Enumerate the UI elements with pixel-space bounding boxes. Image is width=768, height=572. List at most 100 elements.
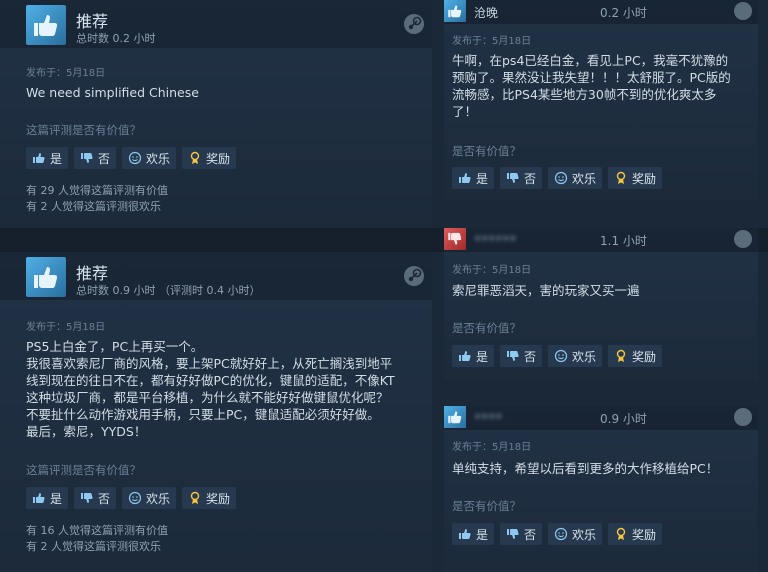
yes-label: 是: [476, 349, 489, 364]
no-button[interactable]: 否: [500, 345, 543, 367]
award-button[interactable]: 奖励: [608, 523, 663, 545]
left-column: 推荐 总时数 0.2 小时 发布于：5月18日 We need simplifi…: [0, 0, 432, 572]
award-label: 奖励: [206, 151, 231, 166]
funny-button[interactable]: 欢乐: [122, 487, 177, 509]
thumbs-up-icon: [26, 257, 66, 297]
steam-icon[interactable]: [404, 14, 424, 34]
yes-button[interactable]: 是: [26, 487, 69, 509]
review-line: 单纯支持，希望以后看到更多的大作移植给PC！: [452, 461, 719, 476]
review-card: 推荐 总时数 0.2 小时 发布于：5月18日 We need simplifi…: [0, 0, 432, 228]
helpful-question: 是否有价值？: [452, 499, 521, 513]
thumbs-up-icon: [459, 351, 471, 361]
no-label: 否: [524, 171, 537, 186]
steam-icon[interactable]: [734, 2, 752, 20]
award-label: 奖励: [632, 171, 657, 186]
funny-label: 欢乐: [572, 349, 597, 364]
award-button[interactable]: 奖励: [608, 345, 663, 367]
review-line: 牛啊，在ps4已经白金，看见上PC，我毫不犹豫的: [452, 53, 729, 68]
vote-buttons: 是 否 欢乐 奖励: [452, 167, 663, 189]
helpful-question: 这篇评测是否有价值？: [26, 463, 141, 477]
review-card: •••••• 1.1 小时 发布于：5月18日 索尼罪恶滔天，害的玩家又买一遍 …: [444, 228, 758, 380]
reviewer-name[interactable]: 沧晚: [474, 4, 498, 21]
review-header: 沧晚 0.2 小时: [444, 0, 758, 24]
yes-label: 是: [50, 491, 63, 506]
posted-date: 发布于：5月18日: [452, 265, 532, 276]
playtime: 1.1 小时: [600, 234, 647, 248]
review-line: 预购了。果然没让我失望！！！太舒服了。PC版的: [452, 70, 731, 85]
no-button[interactable]: 否: [500, 523, 543, 545]
thumbs-down-icon: [444, 228, 466, 250]
review-text: We need simplified Chinese: [26, 85, 199, 100]
steam-icon[interactable]: [404, 266, 424, 286]
yes-label: 是: [476, 527, 489, 542]
vote-buttons: 是 否 欢乐 奖励: [452, 345, 663, 367]
thumbs-up-icon: [459, 173, 471, 183]
award-button[interactable]: 奖励: [182, 487, 237, 509]
review-header: •••• 0.9 小时: [444, 406, 758, 430]
posted-date: 发布于：5月18日: [26, 68, 106, 79]
award-icon: [616, 349, 626, 362]
funny-label: 欢乐: [146, 151, 171, 166]
review-text: PS5上白金了，PC上再买一个。 我很喜欢索尼厂商的风格，要上架PC就好好上，从…: [26, 338, 395, 440]
review-card: 沧晚 0.2 小时 发布于：5月18日 牛啊，在ps4已经白金，看见上PC，我毫…: [444, 0, 758, 200]
vote-counts: 有 29 人觉得这篇评测有价值 有 2 人觉得这篇评测很欢乐: [26, 183, 168, 215]
thumbs-up-icon: [444, 0, 466, 22]
vote-buttons: 是 否 欢乐 奖励: [26, 487, 237, 509]
award-button[interactable]: 奖励: [182, 147, 237, 169]
no-label: 否: [524, 527, 537, 542]
no-button[interactable]: 否: [500, 167, 543, 189]
smiley-icon: [554, 527, 568, 541]
review-line: 这种垃圾厂商，都是平台移植，为什么就不能好好做键鼠优化呢？: [26, 390, 389, 405]
reviewer-name[interactable]: ••••••: [474, 232, 516, 246]
helpful-question: 这篇评测是否有价值？: [26, 123, 141, 137]
funny-label: 欢乐: [146, 491, 171, 506]
posted-date: 发布于：5月18日: [26, 322, 106, 333]
thumbs-up-icon: [33, 153, 45, 163]
yes-button[interactable]: 是: [452, 345, 495, 367]
no-label: 否: [98, 491, 111, 506]
thumbs-down-icon: [81, 493, 93, 503]
yes-label: 是: [50, 151, 63, 166]
helpful-count: 有 16 人觉得这篇评测有价值: [26, 524, 168, 537]
award-icon: [190, 491, 200, 504]
thumbs-up-icon: [459, 529, 471, 539]
funny-button[interactable]: 欢乐: [548, 167, 603, 189]
award-label: 奖励: [632, 349, 657, 364]
reviewer-name[interactable]: ••••: [474, 410, 502, 424]
funny-count: 有 2 人觉得这篇评测很欢乐: [26, 540, 161, 553]
no-button[interactable]: 否: [74, 487, 117, 509]
smiley-icon: [128, 491, 142, 505]
playtime: 0.2 小时: [600, 6, 647, 20]
thumbs-up-icon: [444, 406, 466, 428]
no-button[interactable]: 否: [74, 147, 117, 169]
yes-button[interactable]: 是: [452, 523, 495, 545]
award-button[interactable]: 奖励: [608, 167, 663, 189]
steam-icon[interactable]: [734, 408, 752, 426]
review-text: 牛啊，在ps4已经白金，看见上PC，我毫不犹豫的 预购了。果然没让我失望！！！太…: [452, 52, 731, 120]
thumbs-down-icon: [507, 529, 519, 539]
playtime: 总时数 0.9 小时 （评测时 0.4 小时）: [76, 284, 261, 297]
review-header: 推荐 总时数 0.9 小时 （评测时 0.4 小时）: [0, 252, 432, 300]
funny-label: 欢乐: [572, 527, 597, 542]
funny-button[interactable]: 欢乐: [122, 147, 177, 169]
review-line: 流畅感，比PS4某些地方30帧不到的优化爽太多: [452, 87, 717, 102]
no-label: 否: [524, 349, 537, 364]
review-line: 最后，索尼，YYDS！: [26, 424, 147, 439]
funny-button[interactable]: 欢乐: [548, 523, 603, 545]
review-line: 线到现在的往日不在，都有好好做PC的优化，键鼠的适配，不像KT: [26, 373, 395, 388]
yes-button[interactable]: 是: [452, 167, 495, 189]
award-label: 奖励: [206, 491, 231, 506]
helpful-question: 是否有价值？: [452, 144, 521, 158]
review-line: 我很喜欢索尼厂商的风格，要上架PC就好好上，从死亡搁浅到地平: [26, 356, 393, 371]
steam-icon[interactable]: [734, 230, 752, 248]
award-icon: [616, 527, 626, 540]
yes-label: 是: [476, 171, 489, 186]
yes-button[interactable]: 是: [26, 147, 69, 169]
funny-button[interactable]: 欢乐: [548, 345, 603, 367]
recommendation-label: 推荐: [76, 12, 109, 31]
review-text: 索尼罪恶滔天，害的玩家又买一遍: [452, 282, 640, 299]
award-label: 奖励: [632, 527, 657, 542]
vote-buttons: 是 否 欢乐 奖励: [452, 523, 663, 545]
review-line: 索尼罪恶滔天，害的玩家又买一遍: [452, 283, 640, 298]
playtime: 0.9 小时: [600, 412, 647, 426]
